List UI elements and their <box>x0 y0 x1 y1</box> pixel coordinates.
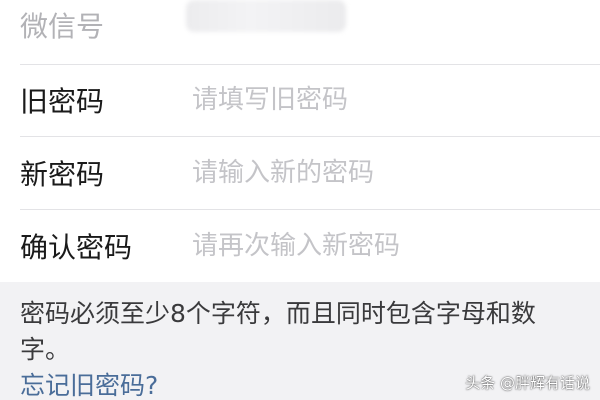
wechat-id-row: 微信号 <box>0 0 600 64</box>
forgot-old-password-link[interactable]: 忘记旧密码? <box>20 370 158 400</box>
old-password-label: 旧密码 <box>20 85 105 118</box>
new-password-label: 新密码 <box>20 158 105 191</box>
wechat-id-value-blurred <box>186 0 346 32</box>
confirm-password-input[interactable] <box>192 226 582 266</box>
confirm-password-row[interactable]: 确认密码 <box>0 210 600 282</box>
old-password-input[interactable] <box>192 80 582 120</box>
wechat-id-label: 微信号 <box>20 10 105 43</box>
new-password-row[interactable]: 新密码 <box>0 137 600 209</box>
watermark: 头条 @胖辉有话说 <box>465 374 590 392</box>
new-password-input[interactable] <box>192 153 582 193</box>
password-requirement-hint: 密码必须至少8个字符，而且同时包含字母和数字。 <box>20 299 536 364</box>
confirm-password-label: 确认密码 <box>20 231 133 264</box>
old-password-row[interactable]: 旧密码 <box>0 64 600 136</box>
change-password-screen: 微信号 旧密码 新密码 确认密码 密码必须至少8个字符，而且同时包含字母和数字。… <box>0 0 600 400</box>
password-form: 微信号 旧密码 新密码 确认密码 <box>0 0 600 282</box>
